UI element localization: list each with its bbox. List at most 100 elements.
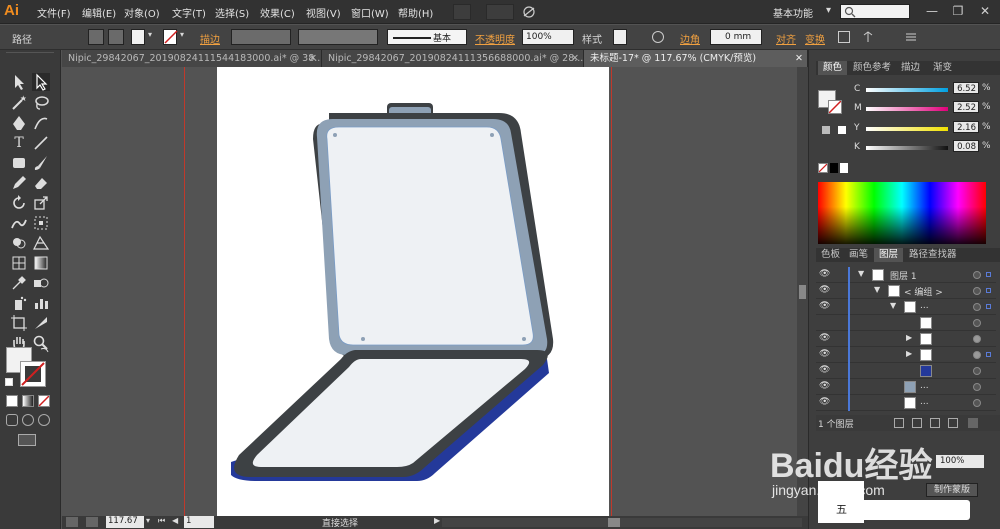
tab-close-icon[interactable]: ✕ [571, 50, 579, 67]
tab-document-1[interactable]: Nipic_29842067_20190824111544183000.ai* … [62, 50, 322, 67]
draw-normal-icon[interactable] [6, 414, 18, 426]
symbol-sprayer-tool-icon[interactable] [10, 294, 28, 312]
target-icon[interactable] [973, 271, 981, 279]
layer-name[interactable]: ... [920, 301, 929, 311]
menu-edit[interactable]: 编辑(E) [82, 5, 116, 20]
layer-expand-icon[interactable]: ▶ [906, 333, 912, 342]
draw-inside-icon[interactable] [38, 414, 50, 426]
layer-row[interactable]: 👁 ... [816, 379, 996, 395]
target-icon[interactable] [973, 399, 981, 407]
menu-effect[interactable]: 效果(C) [260, 5, 295, 20]
target-icon[interactable] [973, 367, 981, 375]
spectrum-none-swatch[interactable] [818, 163, 828, 173]
stroke-color-swatch[interactable] [20, 361, 46, 387]
tab-close-icon[interactable]: ✕ [309, 50, 317, 67]
layer-expand-icon[interactable]: ▼ [890, 301, 896, 310]
channel-k-value[interactable]: 0.08 [953, 140, 979, 152]
scroll-thumb[interactable] [799, 285, 806, 299]
tab-color-guide[interactable]: 颜色参考 [848, 61, 896, 75]
rectangle-tool-icon[interactable] [10, 154, 28, 172]
corner-label[interactable]: 边角 [680, 31, 700, 46]
new-layer-icon[interactable] [948, 418, 958, 428]
hscroll-thumb[interactable] [608, 518, 620, 527]
tab-stroke[interactable]: 描边 [896, 61, 925, 75]
tab-document-active[interactable]: 未标题-17* @ 117.67% (CMYK/预览) ✕ [584, 50, 808, 67]
artboard-tool-icon[interactable] [10, 314, 28, 332]
stroke-dropdown-chevron-icon[interactable]: ▾ [180, 30, 184, 39]
visibility-eye-icon[interactable]: 👁 [819, 301, 833, 313]
channel-y-value[interactable]: 2.16 [953, 121, 979, 133]
variable-width-field[interactable] [298, 29, 378, 45]
gradient-tool-icon[interactable] [32, 254, 50, 272]
draw-behind-icon[interactable] [22, 414, 34, 426]
fill-swatch[interactable] [131, 29, 145, 45]
panel-menu-icon[interactable] [905, 31, 917, 43]
out-of-gamut-icon[interactable] [822, 126, 830, 134]
default-colors-icon[interactable] [5, 378, 13, 386]
opacity-label[interactable]: 不透明度 [475, 31, 515, 46]
visibility-eye-icon[interactable]: 👁 [819, 365, 833, 377]
screen-mode-icon[interactable] [18, 434, 36, 446]
tab-swatches[interactable]: 色板 [816, 248, 845, 262]
target-icon[interactable] [973, 303, 981, 311]
workspace-label[interactable]: 基本功能 [773, 5, 813, 20]
status-export-icon[interactable] [86, 517, 98, 527]
vertical-scrollbar[interactable] [797, 67, 808, 516]
layer-row[interactable]: 👁 ▼ ... [816, 299, 996, 315]
layer-row[interactable]: 👁 ... [816, 395, 996, 411]
arrange-documents-button[interactable] [486, 4, 514, 20]
delete-layer-icon[interactable] [968, 418, 978, 428]
menu-file[interactable]: 文件(F) [37, 5, 71, 20]
color-mode-icon[interactable] [6, 395, 18, 407]
visibility-eye-icon[interactable]: 👁 [819, 349, 833, 361]
tab-color[interactable]: 颜色 [818, 61, 848, 75]
layer-name[interactable]: 图层 1 [890, 269, 917, 282]
zoom-field[interactable]: 117.67 [106, 516, 144, 528]
gpu-performance-icon[interactable] [520, 4, 538, 20]
layer-expand-icon[interactable]: ▶ [906, 349, 912, 358]
selection-indicator[interactable] [986, 288, 991, 293]
locate-object-icon[interactable] [894, 418, 904, 428]
stroke-label[interactable]: 描边 [200, 31, 220, 46]
channel-c-value[interactable]: 6.52 [953, 82, 979, 94]
tab-document-2[interactable]: Nipic_29842067_20190824111356688000.ai* … [322, 50, 584, 67]
tab-gradient[interactable]: 渐变 [928, 61, 957, 75]
selection-tool-icon[interactable] [10, 73, 28, 91]
stroke-weight-field[interactable] [231, 29, 291, 45]
graphic-style-swatch[interactable] [613, 29, 627, 45]
spectrum-black-swatch[interactable] [830, 163, 838, 173]
workspace-chevron-icon[interactable]: ▾ [826, 5, 831, 16]
restore-button[interactable]: ❐ [946, 2, 970, 20]
menu-type[interactable]: 文字(T) [172, 5, 206, 20]
selection-indicator[interactable] [986, 304, 991, 309]
layer-expand-icon[interactable]: ▼ [858, 269, 864, 278]
channel-y-slider[interactable] [866, 127, 948, 131]
visibility-eye-icon[interactable]: 👁 [819, 381, 833, 393]
layer-expand-icon[interactable]: ▼ [874, 285, 880, 294]
scale-tool-icon[interactable] [32, 194, 50, 212]
artboard-number-field[interactable]: 1 [184, 516, 214, 528]
selection-indicator[interactable] [986, 352, 991, 357]
lasso-tool-icon[interactable] [32, 94, 50, 112]
fill-dropdown-chevron-icon[interactable]: ▾ [148, 30, 152, 39]
layer-row[interactable]: 👁 ▼ 图层 1 [816, 267, 996, 283]
type-tool-icon[interactable]: T [10, 134, 28, 152]
rotate-tool-icon[interactable] [10, 194, 28, 212]
anchor-convert-icon[interactable] [88, 29, 104, 45]
none-mode-icon[interactable] [38, 395, 50, 407]
search-input[interactable] [840, 4, 910, 19]
transform-link[interactable]: 变换 [805, 31, 825, 46]
anchor-remove-icon[interactable] [108, 29, 124, 45]
mesh-tool-icon[interactable] [10, 254, 28, 272]
target-icon[interactable] [973, 319, 981, 327]
corner-radius-field[interactable]: 0 mm [710, 29, 762, 45]
layer-row[interactable] [816, 315, 996, 331]
make-mask-button[interactable]: 制作蒙版 [926, 483, 978, 497]
close-button[interactable]: ✕ [973, 2, 997, 20]
opacity-field[interactable]: 100% [522, 29, 574, 45]
tab-brushes[interactable]: 画笔 [844, 248, 873, 262]
tab-pathfinder[interactable]: 路径查找器 [904, 248, 962, 262]
perspective-grid-tool-icon[interactable] [32, 234, 50, 252]
make-clipping-mask-icon[interactable] [912, 418, 922, 428]
first-artboard-icon[interactable]: ⏮ [158, 516, 165, 526]
